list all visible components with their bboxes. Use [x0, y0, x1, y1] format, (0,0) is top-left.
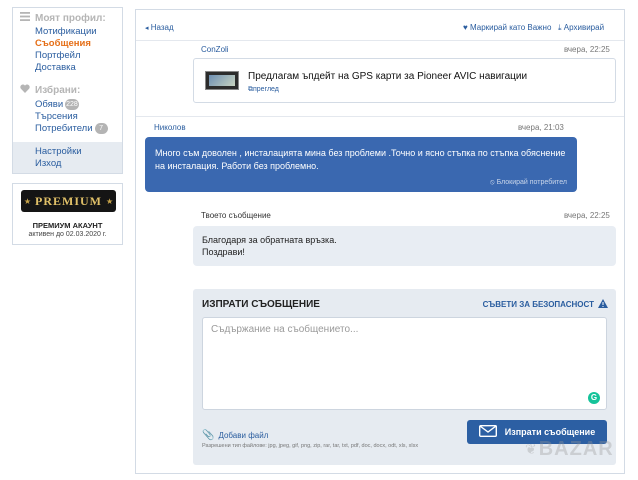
outgoing-message: Благодаря за обратната връзка. Поздрави! — [193, 226, 616, 266]
sidebar-item-notifications[interactable]: Мотификации — [35, 26, 97, 38]
ad-view-link[interactable]: ⧉преглед — [248, 86, 279, 94]
incoming-message: Много съм доволен , инсталацията мина бе… — [145, 137, 577, 192]
profile-heading-label: Моят профил: — [35, 12, 106, 24]
premium-title: ПРЕМИУМ АКАУНТ — [32, 221, 103, 230]
sidebar-item-delivery[interactable]: Доставка — [35, 62, 76, 74]
message-textarea[interactable]: Съдържание на съобщението... G — [202, 317, 607, 410]
watermark-text: BAZAR — [538, 438, 614, 460]
sidebar-item-settings[interactable]: Настройки — [35, 146, 82, 158]
block-user-link[interactable]: ⦸ Блокирай потребител — [490, 176, 567, 189]
wreath-icon: ❦ — [525, 441, 537, 457]
allowed-file-types: Разрешени тип файлове: jpg, jpeg, gif, p… — [202, 443, 419, 449]
divider — [136, 40, 624, 41]
mark-important-label: Маркирай като Важно — [469, 23, 552, 32]
attach-file-label: Добави файл — [218, 431, 269, 440]
sidebar-item-messages[interactable]: Съобщения — [35, 38, 91, 50]
incoming-time: вчера, 21:03 — [518, 123, 564, 132]
send-message-label: Изпрати съобщение — [504, 427, 596, 437]
favorites-heading-label: Избрани: — [35, 84, 81, 96]
premium-box: ★ PREMIUM ★ ПРЕМИУМ АКАУНТ активен до 02… — [12, 183, 123, 245]
profile-heading: Моят профил: — [20, 12, 106, 24]
count-badge: 228 — [65, 99, 79, 110]
back-label: Назад — [150, 23, 174, 32]
profile-menu: Моят профил: Мотификации Съобщения Портф… — [12, 7, 123, 174]
back-link[interactable]: ◂ Назад — [145, 23, 174, 32]
safety-tips-label: СЪВЕТИ ЗА БЕЗОПАСНОСТ — [482, 300, 594, 309]
conversation-panel: ◂ Назад ♥ Маркирай като Важно ⤓ Архивира… — [135, 9, 625, 474]
ad-view-label: преглед — [253, 86, 279, 93]
divider — [136, 116, 624, 117]
count-badge: 7 — [94, 123, 108, 134]
outgoing-time: вчера, 22:25 — [564, 211, 610, 220]
grammarly-icon[interactable]: G — [588, 392, 600, 404]
outgoing-message-line: Поздрави! — [202, 247, 245, 257]
sidebar-item-label: Потребители — [35, 123, 93, 135]
incoming-message-text: Много съм доволен , инсталацията мина бе… — [155, 148, 566, 171]
sidebar-item-label: Търсения — [35, 111, 78, 122]
block-user-label: Блокирай потребител — [496, 179, 567, 186]
ad-thumbnail — [205, 71, 239, 90]
envelope-icon — [478, 424, 497, 439]
star-icon: ★ — [106, 196, 114, 206]
sidebar-item-logout[interactable]: Изход — [35, 158, 61, 170]
sidebar-item-ads[interactable]: Обяви 228 — [35, 99, 79, 111]
attach-file-button[interactable]: 📎 Добави файл — [202, 430, 268, 441]
incoming-sender[interactable]: Николов — [154, 123, 186, 132]
paperclip-icon: 📎 — [202, 430, 215, 441]
premium-logo: ★ PREMIUM ★ — [21, 190, 116, 212]
outgoing-message-line: Благодаря за обратната връзка. — [202, 235, 337, 245]
back-arrow-icon: ◂ — [145, 25, 149, 32]
mark-important-button[interactable]: ♥ Маркирай като Важно — [463, 23, 551, 32]
premium-subtitle: активен до 02.03.2020 г. — [28, 231, 107, 238]
safety-tips-link[interactable]: СЪВЕТИ ЗА БЕЗОПАСНОСТ — [483, 299, 608, 310]
outgoing-label: Твоето съобщение — [201, 211, 271, 220]
menu-icon — [20, 12, 30, 24]
compose-heading: ИЗПРАТИ СЪОБЩЕНИЕ — [202, 299, 320, 310]
star-icon: ★ — [23, 196, 31, 206]
archive-label: Архивирай — [563, 23, 605, 32]
sidebar-item-searches[interactable]: Търсения — [35, 111, 78, 123]
favorites-heading: Избрани: — [20, 84, 80, 96]
bazar-watermark: ❦ BAZAR — [525, 438, 614, 461]
archive-button[interactable]: ⤓ Архивирай — [558, 23, 604, 33]
heart-icon: ♥ — [463, 23, 468, 32]
ad-title[interactable]: Предлагам ъпдейт на GPS карти за Pioneer… — [248, 71, 527, 82]
sidebar-item-users[interactable]: Потребители 7 — [35, 123, 108, 135]
ad-sender[interactable]: ConZoli — [201, 45, 229, 54]
sidebar-item-wallet[interactable]: Портфейл — [35, 50, 81, 62]
sidebar-item-label: Обяви — [35, 99, 64, 111]
ad-time: вчера, 22:25 — [564, 45, 610, 54]
block-icon: ⦸ — [490, 179, 495, 186]
heart-icon — [20, 84, 30, 96]
ad-card[interactable]: Предлагам ъпдейт на GPS карти за Pioneer… — [193, 58, 616, 103]
premium-logo-text: PREMIUM — [35, 193, 102, 208]
download-icon: ⤓ — [558, 23, 562, 32]
message-placeholder: Съдържание на съобщението... — [211, 324, 359, 335]
warning-icon — [598, 299, 608, 310]
